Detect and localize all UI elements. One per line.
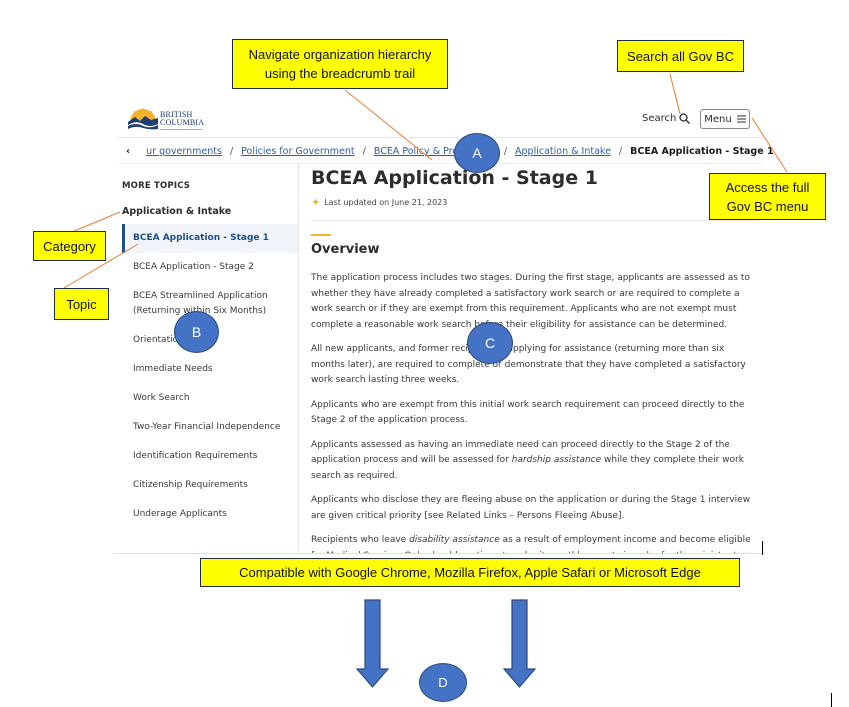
paragraph: The application process includes two sta… bbox=[311, 273, 750, 330]
breadcrumb-current: BCEA Application - Stage 1 bbox=[630, 146, 774, 157]
text-cursor-mark bbox=[762, 541, 763, 555]
callout-topic: Topic bbox=[54, 288, 109, 320]
text-cursor-mark bbox=[831, 693, 832, 707]
section-heading-overview: Overview bbox=[311, 242, 380, 257]
sidebar-item-identification[interactable]: Identification Requirements bbox=[122, 442, 298, 471]
breadcrumb-separator: / bbox=[618, 146, 623, 157]
annotation-badge-c: C bbox=[467, 322, 513, 364]
paragraph: All new applicants, and former recipient… bbox=[311, 344, 746, 385]
paragraph: Applicants who disclose they are fleeing… bbox=[311, 495, 751, 521]
leader-line-category bbox=[71, 211, 121, 233]
callout-search: Search all Gov BC bbox=[617, 40, 744, 72]
sidebar-item-work-search[interactable]: Work Search bbox=[122, 384, 298, 413]
annotation-badge-a: A bbox=[454, 133, 500, 173]
logo-underline bbox=[160, 129, 202, 130]
menu-button[interactable]: Menu bbox=[700, 109, 750, 129]
logo-wordmark: BRITISH COLUMBIA bbox=[160, 110, 205, 127]
sidebar-item-stage-1[interactable]: BCEA Application - Stage 1 bbox=[122, 224, 298, 253]
search-icon bbox=[679, 113, 691, 124]
sidebar-item-immediate-needs[interactable]: Immediate Needs bbox=[122, 355, 298, 384]
sidebar-category[interactable]: Application & Intake bbox=[122, 206, 231, 217]
page-bottom-edge bbox=[114, 553, 763, 554]
breadcrumb-separator: / bbox=[362, 146, 366, 157]
breadcrumb-link-application-intake[interactable]: Application & Intake bbox=[515, 146, 611, 157]
hardship-assistance-term: hardship assistance bbox=[511, 455, 602, 465]
disability-assistance-term: disability assistance bbox=[409, 535, 500, 545]
article-body: The application process includes two sta… bbox=[311, 271, 759, 589]
callout-menu: Access the full Gov BC menu bbox=[709, 173, 826, 220]
breadcrumb-separator: / bbox=[229, 146, 234, 157]
sidebar-divider bbox=[298, 164, 299, 554]
header-divider bbox=[118, 137, 763, 138]
page-title: BCEA Application - Stage 1 bbox=[311, 167, 598, 189]
breadcrumb-link-policies[interactable]: Policies for Government bbox=[241, 146, 355, 157]
menu-label: Menu bbox=[704, 113, 732, 125]
chevron-left-icon[interactable]: ‹ bbox=[126, 146, 130, 157]
breadcrumb: ‹ ur governments / Policies for Governme… bbox=[126, 146, 774, 157]
section-accent-bar bbox=[311, 234, 331, 236]
last-updated: ✦ Last updated on June 21, 2023 bbox=[311, 196, 447, 209]
last-updated-text: Last updated on June 21, 2023 bbox=[324, 198, 448, 207]
callout-category: Category bbox=[33, 231, 106, 261]
paragraph: Applicants assessed as having an immedia… bbox=[311, 439, 744, 481]
sun-mountain-logo-icon bbox=[128, 108, 158, 130]
title-divider bbox=[311, 220, 759, 221]
breadcrumb-separator: / bbox=[503, 146, 508, 157]
star-icon: ✦ bbox=[311, 196, 321, 209]
search-button[interactable]: Search bbox=[642, 113, 691, 124]
sidebar-topic-list: BCEA Application - Stage 1 BCEA Applicat… bbox=[122, 224, 298, 529]
bc-gov-logo[interactable]: BRITISH COLUMBIA bbox=[128, 108, 208, 132]
sidebar-heading: MORE TOPICS bbox=[122, 181, 191, 191]
search-label: Search bbox=[642, 113, 677, 124]
breadcrumb-divider bbox=[118, 163, 763, 164]
sidebar-item-underage[interactable]: Underage Applicants bbox=[122, 500, 298, 529]
callout-browser-compat: Compatible with Google Chrome, Mozilla F… bbox=[200, 558, 740, 587]
callout-breadcrumb: Navigate organization hierarchy using th… bbox=[232, 39, 448, 89]
sidebar-item-financial-independence[interactable]: Two-Year Financial Independence bbox=[122, 413, 298, 442]
paragraph: Applicants who are exempt from this init… bbox=[311, 399, 745, 426]
annotation-badge-d: D bbox=[419, 663, 467, 702]
sidebar-item-stage-2[interactable]: BCEA Application - Stage 2 bbox=[122, 253, 298, 282]
sidebar-item-citizenship[interactable]: Citizenship Requirements bbox=[122, 471, 298, 500]
annotation-badge-b: B bbox=[174, 311, 219, 353]
breadcrumb-link-governments[interactable]: ur governments bbox=[146, 146, 222, 157]
leader-line-search bbox=[669, 73, 681, 115]
hamburger-icon bbox=[736, 115, 746, 123]
